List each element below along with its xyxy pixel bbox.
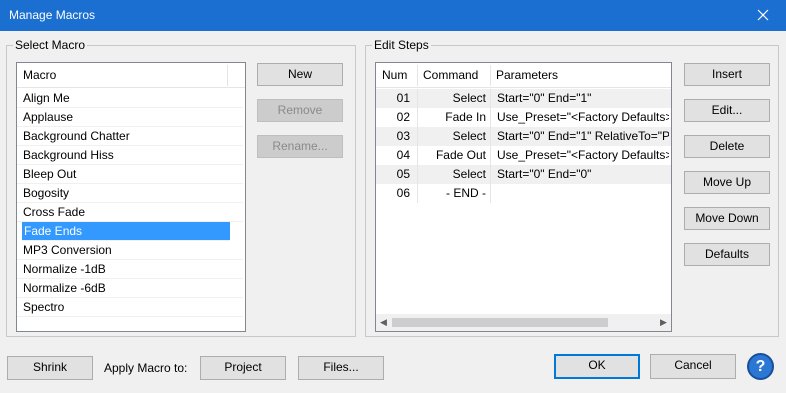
files-button[interactable]: Files... bbox=[298, 356, 384, 380]
list-item[interactable]: Spectro bbox=[17, 298, 243, 317]
step-parameters-cell: Start="0" End="1" bbox=[497, 91, 592, 105]
step-command-cell: Fade Out bbox=[435, 148, 486, 162]
scroll-left-icon[interactable]: ◀ bbox=[379, 318, 388, 327]
step-num-cell: 04 bbox=[396, 148, 410, 162]
step-num-cell: 06 bbox=[396, 186, 410, 200]
help-button[interactable]: ? bbox=[747, 353, 774, 380]
close-icon bbox=[757, 9, 769, 21]
macro-list[interactable]: Macro Align Me Applause Background Chatter… bbox=[16, 62, 246, 332]
list-item[interactable]: Background Hiss bbox=[17, 146, 243, 165]
apply-macro-label: Apply Macro to: bbox=[104, 361, 188, 375]
parameters-column-header[interactable]: Parameters bbox=[490, 63, 558, 88]
list-item[interactable]: Applause bbox=[17, 108, 243, 127]
step-parameters-cell bbox=[495, 184, 669, 203]
column-divider bbox=[417, 89, 418, 203]
edit-steps-label: Edit Steps bbox=[372, 38, 431, 52]
command-column-header[interactable]: Command bbox=[417, 63, 478, 88]
edit-button[interactable]: Edit... bbox=[684, 99, 770, 122]
horizontal-scrollbar[interactable]: ◀ ▶ bbox=[376, 314, 671, 331]
list-item[interactable]: Normalize -1dB bbox=[17, 260, 243, 279]
new-button[interactable]: New bbox=[257, 63, 343, 86]
move-down-button[interactable]: Move Down bbox=[684, 207, 770, 230]
select-macro-group: Select Macro Macro Align Me Applause Backg… bbox=[6, 38, 356, 337]
macro-list-header: Macro bbox=[17, 63, 245, 88]
list-item[interactable]: Fade Ends bbox=[22, 222, 230, 241]
help-icon: ? bbox=[755, 358, 766, 375]
delete-button[interactable]: Delete bbox=[684, 135, 770, 158]
column-divider bbox=[490, 89, 491, 203]
step-command-cell: Select bbox=[452, 91, 486, 105]
step-command-cell: Fade In bbox=[445, 110, 486, 124]
step-num-cell: 03 bbox=[396, 129, 410, 143]
defaults-button[interactable]: Defaults bbox=[684, 243, 770, 266]
step-parameters-cell: Start="0" End="1" RelativeTo="Pr bbox=[497, 129, 669, 143]
project-button[interactable]: Project bbox=[200, 356, 286, 380]
list-item[interactable]: Background Chatter bbox=[17, 127, 243, 146]
step-command-cell: - END - bbox=[446, 186, 486, 200]
edit-steps-group: Edit Steps Num Command Parameters 01 Sele… bbox=[365, 38, 779, 337]
insert-button[interactable]: Insert bbox=[684, 63, 770, 86]
step-parameters-cell: Use_Preset="<Factory Defaults>" bbox=[497, 148, 669, 162]
list-item[interactable]: Bogosity bbox=[17, 184, 243, 203]
close-button[interactable] bbox=[740, 0, 786, 31]
move-up-button[interactable]: Move Up bbox=[684, 171, 770, 194]
ok-button[interactable]: OK bbox=[554, 354, 640, 379]
remove-button[interactable]: Remove bbox=[257, 99, 343, 122]
list-item[interactable]: Cross Fade bbox=[17, 203, 243, 222]
list-item[interactable]: MP3 Conversion bbox=[17, 241, 243, 260]
table-row[interactable]: 02 Fade In Use_Preset="<Factory Defaults>" bbox=[376, 108, 671, 127]
steps-list-header: Num Command Parameters bbox=[376, 63, 671, 88]
step-command-cell: Select bbox=[452, 129, 486, 143]
rename-button[interactable]: Rename... bbox=[257, 135, 343, 158]
macro-column-header[interactable]: Macro bbox=[17, 63, 56, 88]
table-row[interactable]: 01 Select Start="0" End="1" bbox=[376, 89, 671, 108]
scroll-right-icon[interactable]: ▶ bbox=[659, 318, 668, 327]
table-row[interactable]: 04 Fade Out Use_Preset="<Factory Defaults>… bbox=[376, 146, 671, 165]
num-column-header[interactable]: Num bbox=[376, 63, 407, 88]
list-item[interactable]: Normalize -6dB bbox=[17, 279, 243, 298]
scroll-thumb[interactable] bbox=[392, 318, 608, 327]
step-num-cell: 02 bbox=[396, 110, 410, 124]
cancel-button[interactable]: Cancel bbox=[650, 354, 736, 379]
title-bar: Manage Macros bbox=[0, 0, 786, 31]
shrink-button[interactable]: Shrink bbox=[7, 356, 93, 380]
list-item[interactable]: Bleep Out bbox=[17, 165, 243, 184]
select-macro-label: Select Macro bbox=[13, 38, 88, 52]
table-row[interactable]: 06 - END - bbox=[376, 184, 671, 203]
table-row[interactable]: 03 Select Start="0" End="1" RelativeTo="Pr bbox=[376, 127, 671, 146]
list-item[interactable]: Align Me bbox=[17, 89, 243, 108]
step-num-cell: 05 bbox=[396, 167, 410, 181]
steps-list[interactable]: Num Command Parameters 01 Select Start="0"… bbox=[375, 62, 672, 332]
table-row[interactable]: 05 Select Start="0" End="0" bbox=[376, 165, 671, 184]
step-parameters-cell: Use_Preset="<Factory Defaults>" bbox=[497, 110, 669, 124]
window-title: Manage Macros bbox=[9, 8, 96, 22]
step-num-cell: 01 bbox=[396, 91, 410, 105]
step-parameters-cell: Start="0" End="0" bbox=[497, 167, 592, 181]
step-command-cell: Select bbox=[452, 167, 486, 181]
